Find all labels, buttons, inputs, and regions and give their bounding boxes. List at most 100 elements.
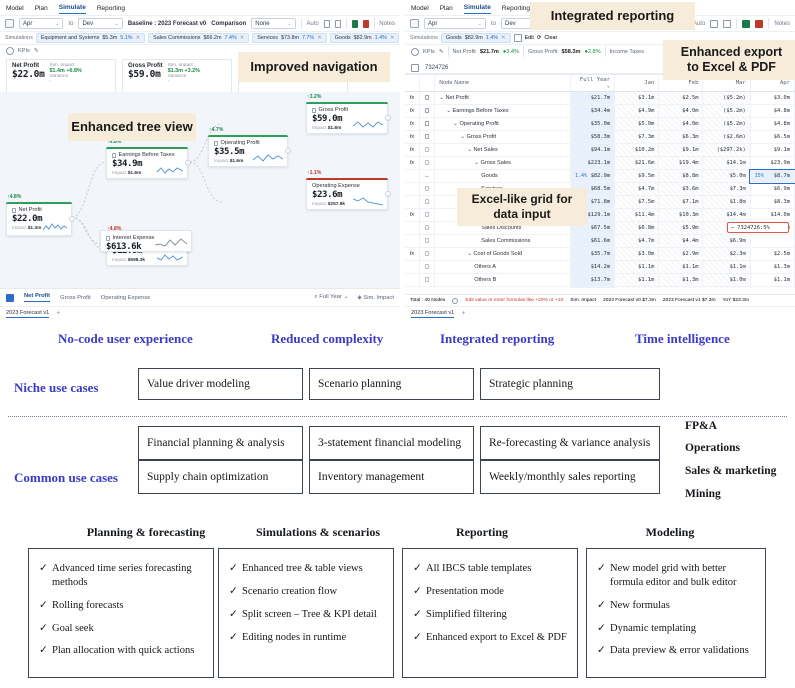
menu-item-reporting[interactable]: Reporting <box>502 5 530 14</box>
grid-cell[interactable]: $2.9m <box>658 247 704 261</box>
tab-net-profit[interactable]: Net Profit <box>24 293 51 302</box>
formula-icon[interactable]: fx <box>405 247 420 261</box>
grid-cell[interactable]: $13.7m <box>570 273 616 287</box>
grid-cell[interactable]: $511.4k <box>658 286 704 288</box>
grid-cell[interactable]: $23.9m <box>750 156 795 170</box>
model-grid[interactable]: Node Name Full Year ⌄ Jan Feb Mar Apr fx… <box>405 74 795 288</box>
tab-operating-expense[interactable]: Operating Expense <box>101 295 151 301</box>
grid-cell[interactable]: $9.5m <box>614 169 660 183</box>
grid-cell[interactable]: $6.3m <box>658 130 704 144</box>
grid-cell[interactable]: $8.3m <box>750 195 795 209</box>
formula-icon[interactable]: fx <box>405 117 420 131</box>
grid-cell[interactable]: $35.7m <box>570 247 616 261</box>
add-version-icon[interactable]: + <box>56 310 60 317</box>
menu-item-simulate[interactable]: Simulate <box>58 4 86 14</box>
menu-item-simulate[interactable]: Simulate <box>463 4 491 14</box>
menu-item-model[interactable]: Model <box>6 5 24 14</box>
menu-item-plan[interactable]: Plan <box>440 5 453 14</box>
grid-node-name[interactable]: ⌄ Cost of Goods Sold <box>434 247 572 261</box>
period-select[interactable]: Apr ⌄ <box>424 18 486 29</box>
collapse-all-icon[interactable] <box>723 19 732 28</box>
grid-cell[interactable]: ($297.2k) <box>702 143 751 157</box>
simulation-chip[interactable]: Goods $82.9m 1.4% ✕ <box>329 33 400 43</box>
grid-cell[interactable]: $34.4m <box>570 104 616 118</box>
grid-row[interactable]: ← Goods 1.4% $82.9m $9.5m $8.8m $5.0m 15% $8.7m <box>405 168 795 184</box>
grid-cell[interactable]: $14.2m <box>570 260 616 274</box>
grid-cell[interactable]: $215.5k <box>750 286 795 288</box>
tree-node[interactable]: Interest Expense $613.6k <box>100 230 192 252</box>
close-icon[interactable]: ✕ <box>390 35 395 41</box>
grid-node-name[interactable]: Goods <box>434 169 572 183</box>
expand-handle[interactable]: › <box>69 216 75 222</box>
grid-cell[interactable]: $7.9m <box>570 286 616 288</box>
grid-cell[interactable]: $14.0m <box>750 208 795 222</box>
grid-row[interactable]: fx ⌄ Operating Profit $35.0m $5.0m $4.0m ($5.… <box>405 117 795 131</box>
simulation-chip[interactable]: Services $73.8m 7.7% ✕ <box>252 33 327 43</box>
edit-kpis-icon[interactable]: ✎ <box>439 49 444 55</box>
grid-cell[interactable]: $21.6m <box>614 156 660 170</box>
grid-cell[interactable]: $11.4m <box>614 208 660 222</box>
calendar-icon[interactable] <box>410 19 419 28</box>
grid-row[interactable]: Others C$7.9m$755.7k$511.4k$160.9k$215.5… <box>405 286 795 288</box>
grid-cell[interactable]: $5.9m <box>658 221 704 235</box>
grid-cell[interactable]: $10.3m <box>658 208 704 222</box>
grid-cell[interactable]: $4.4m <box>658 234 704 248</box>
grid-node-name[interactable]: ⌄ Earnings Before Taxes <box>434 104 572 118</box>
niche-item-scenario-planning[interactable]: Scenario planning <box>309 368 474 400</box>
grid-row[interactable]: fx ⌄ Gross Sales $223.1m $21.6m $19.4m $14.1m… <box>405 156 795 170</box>
grid-row[interactable]: fx ⌄ Net Profit $21.7m $3.1m $2.5m ($5.2m) $3.… <box>405 91 795 105</box>
common-item-supply-chain[interactable]: Supply chain optimization <box>138 460 303 494</box>
grid-cell[interactable]: 1.4% $82.9m <box>570 169 616 183</box>
simulation-chip[interactable]: Sales Commissions $66.2m 7.4% ✕ <box>148 33 250 43</box>
formula-icon[interactable]: fx <box>405 104 420 118</box>
formula-icon[interactable]: fx <box>405 208 420 222</box>
grid-row[interactable]: Sales Commissions $61.6m $4.7m $4.4m $6.9m <box>405 234 795 248</box>
grid-cell[interactable]: $5.0m <box>614 117 660 131</box>
grid-cell[interactable]: $1.1m <box>614 273 660 287</box>
grid-cell[interactable]: $1.1m <box>658 260 704 274</box>
grid-cell[interactable]: $1.8m <box>702 195 751 209</box>
calendar-icon[interactable] <box>5 19 14 28</box>
grid-node-name[interactable]: Sales Commissions <box>434 234 572 248</box>
grid-row[interactable]: fx ⌄ Gross Profit $58.3m $7.3m $6.3m ($2.6m) $… <box>405 130 795 144</box>
grid-cell[interactable]: $2.5m <box>658 91 704 105</box>
grid-cell[interactable]: $4.7m <box>614 182 660 196</box>
expand-all-icon[interactable] <box>323 19 330 28</box>
formula-icon[interactable]: fx <box>405 156 420 170</box>
grid-cell[interactable]: ($5.2m) <box>702 91 751 105</box>
formula-icon[interactable]: fx <box>405 143 420 157</box>
export-excel-icon[interactable] <box>742 19 751 28</box>
common-item-3-statement[interactable]: 3-statement financial modeling <box>309 426 474 460</box>
close-icon[interactable]: ✕ <box>136 35 141 41</box>
clear-label[interactable]: Clear <box>544 35 557 41</box>
grid-cell[interactable]: $14.4m <box>702 208 751 222</box>
grid-cell[interactable]: $1.1m <box>702 260 751 274</box>
grid-cell[interactable]: $1.1m <box>614 260 660 274</box>
grid-cell[interactable]: $3.0m <box>614 247 660 261</box>
grid-row[interactable]: fx ⌄ Earnings Before Taxes $34.4m $4.9m $4.0… <box>405 104 795 118</box>
grid-node-name[interactable]: Others C <box>434 286 572 288</box>
grid-cell[interactable]: ($5.2m) <box>702 104 751 118</box>
kpi-card[interactable]: Net Profit $22.0m Sim. impact $1.4m +6.8… <box>6 59 116 93</box>
grid-node-name[interactable]: ⌄ Net Profit <box>434 91 572 105</box>
grid-cell[interactable]: $223.1m <box>570 156 616 170</box>
version-tab[interactable]: 2023 Forecast v1 <box>6 310 50 318</box>
kpi-card[interactable]: Gross Profit $59.0m Sim. impact $1.3m +3… <box>122 59 232 93</box>
grid-cell[interactable]: $7.3m <box>614 130 660 144</box>
expand-handle[interactable]: › <box>385 191 391 197</box>
grid-cell[interactable]: $6.9m <box>750 182 795 196</box>
auto-label[interactable]: Auto <box>306 21 318 27</box>
simulation-chip[interactable]: Equipment and Systems $5.3m 5.1% ✕ <box>35 33 146 43</box>
grid-cell[interactable]: $4.8m <box>750 104 795 118</box>
grid-cell[interactable]: $1.1m <box>750 273 795 287</box>
grid-cell[interactable]: $3.1m <box>614 91 660 105</box>
formula-icon[interactable]: fx <box>405 130 420 144</box>
grid-cell[interactable]: $14.1m <box>702 156 751 170</box>
driver-tree-canvas[interactable]: ↑4.8% Net Profit $22.0m Impact $1.3m › ↑… <box>0 92 400 288</box>
grid-cell[interactable]: $1.3m <box>658 273 704 287</box>
grid-cell[interactable]: $6.9m <box>702 234 751 248</box>
grid-node-name[interactable]: ⌄ Operating Profit <box>434 117 572 131</box>
common-item-inventory[interactable]: Inventory management <box>309 460 474 494</box>
grid-row[interactable]: fx ⌄ Cost of Goods Sold $35.7m $3.0m $2.9m $2… <box>405 247 795 261</box>
grid-cell[interactable]: $4.7m <box>614 234 660 248</box>
